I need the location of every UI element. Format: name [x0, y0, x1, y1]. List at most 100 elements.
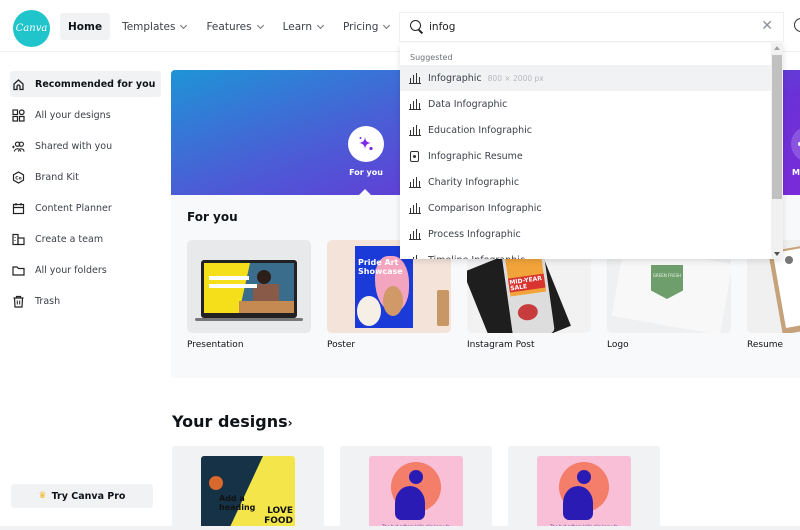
help-icon[interactable] [794, 18, 800, 32]
suggestion-item[interactable]: Timeline Infographic [400, 247, 771, 259]
search-bar: ✕ [400, 13, 783, 41]
suggestion-item[interactable]: Infographic Resume [400, 143, 771, 169]
document-icon [410, 150, 419, 162]
sidebar-item-create-team[interactable]: Create a team [10, 226, 161, 252]
suggestion-dimensions: 800 × 2000 px [487, 73, 544, 83]
suggestion-item[interactable]: Data Infographic [400, 91, 771, 117]
crown-icon: ♛ [38, 491, 47, 501]
for-you-tab[interactable] [348, 126, 384, 162]
sidebar-item-content-planner[interactable]: Content Planner [10, 195, 161, 221]
svg-text:Co: Co [15, 175, 21, 181]
nav-pricing[interactable]: Pricing [335, 13, 397, 40]
template-thumb-presentation[interactable] [187, 240, 311, 333]
hero-tab-2[interactable] [791, 126, 800, 162]
pro-button-label: Try Canva Pro [51, 490, 126, 502]
template-label: Logo [607, 340, 629, 350]
sidebar-item-label: All your designs [35, 109, 111, 121]
sidebar-item-label: Create a team [35, 233, 104, 245]
design-card[interactable]: Add a heading LOVE FOOD [172, 446, 324, 530]
for-you-title: For you [187, 210, 238, 224]
chevron-down-icon [180, 21, 188, 29]
nav-pricing-label: Pricing [342, 20, 379, 33]
nav-features[interactable]: Features [198, 13, 270, 40]
bar-chart-icon [409, 202, 421, 214]
sidebar-item-trash[interactable]: Trash [10, 288, 161, 314]
bar-chart-icon [409, 176, 421, 188]
sidebar-item-label: Content Planner [35, 202, 112, 214]
home-icon [12, 78, 25, 91]
sidebar-item-all-designs[interactable]: All your designs [10, 102, 161, 128]
sidebar-item-brand-kit[interactable]: Co Brand Kit [10, 164, 161, 190]
active-tab-caret [359, 189, 371, 195]
suggestion-label: Education Infographic [428, 124, 532, 136]
bar-chart-icon [409, 98, 421, 110]
scroll-thumb[interactable] [772, 55, 782, 199]
search-input[interactable] [429, 21, 749, 33]
nav-home[interactable]: Home [60, 13, 111, 40]
sidebar-item-label: Brand Kit [35, 171, 79, 183]
search-icon [409, 19, 425, 35]
suggestion-item[interactable]: Process Infographic [400, 221, 771, 247]
scroll-down-arrow-icon[interactable] [774, 252, 780, 256]
dropdown-scrollbar[interactable] [771, 43, 783, 259]
close-icon[interactable]: ✕ [761, 19, 773, 33]
bar-chart-icon [409, 228, 421, 240]
bottom-strip [0, 526, 800, 530]
brand-kit-icon: Co [12, 170, 25, 184]
suggestion-label: Process Infographic [428, 228, 521, 240]
suggestion-label: Data Infographic [428, 98, 508, 110]
template-label: Instagram Post [467, 340, 535, 350]
template-label: Poster [327, 340, 356, 350]
nav-templates-label: Templates [122, 20, 176, 33]
sidebar-item-label: Recommended for you [35, 78, 156, 90]
folder-icon [12, 264, 25, 277]
nav-home-label: Home [68, 20, 103, 33]
sidebar-item-shared[interactable]: Shared with you [10, 133, 161, 159]
hero-tab-2-label: M [792, 168, 800, 177]
sidebar-item-label: Trash [35, 295, 61, 307]
suggestions-heading: Suggested [410, 53, 453, 62]
suggestion-item[interactable]: Infographic 800 × 2000 px [400, 65, 771, 91]
design-card[interactable]: The bud adhere lollip gile know fo [508, 446, 660, 530]
suggestion-item[interactable]: Education Infographic [400, 117, 771, 143]
suggestion-item[interactable]: Comparison Infographic [400, 195, 771, 221]
grid-icon [12, 108, 25, 122]
logo-thumb-text: GREEN FRESH [652, 273, 682, 278]
search-suggestions-dropdown: Suggested Infographic 800 × 2000 px Data… [400, 43, 783, 259]
sidebar-item-folders[interactable]: All your folders [10, 257, 161, 283]
suggestion-label: Infographic [428, 72, 482, 84]
suggestion-item[interactable]: Charity Infographic [400, 169, 771, 195]
design-thumb-love-food: LOVE FOOD [264, 506, 293, 526]
chevron-down-icon [316, 21, 325, 29]
sidebar-item-label: All your folders [35, 264, 107, 276]
suggestion-label: Comparison Infographic [428, 202, 542, 214]
design-thumb: Add a heading LOVE FOOD [201, 456, 295, 530]
suggestion-label: Timeline Infographic [428, 255, 525, 260]
scroll-up-arrow-icon[interactable] [774, 46, 780, 50]
calendar-icon [12, 202, 25, 215]
people-icon [12, 140, 25, 153]
bar-chart-icon [409, 72, 421, 84]
poster-thumb-text: Pride Art Showcase [358, 258, 403, 276]
nav-learn[interactable]: Learn [275, 13, 331, 40]
design-thumb: The bud adhere lollip gile know fo [369, 456, 463, 530]
nav-templates[interactable]: Templates [114, 13, 194, 40]
design-card[interactable]: The bud adhere lollip gile know fo [340, 446, 492, 530]
your-designs-title[interactable]: Your designs› [172, 412, 293, 431]
try-canva-pro-button[interactable]: ♛ Try Canva Pro [11, 484, 153, 508]
template-label: Presentation [187, 340, 244, 350]
suggestion-label: Charity Infographic [428, 176, 520, 188]
sidebar-item-recommended[interactable]: Recommended for you [10, 71, 161, 97]
nav-learn-label: Learn [282, 20, 312, 33]
sparkle-icon [359, 137, 373, 151]
template-label: Resume [747, 340, 784, 350]
trash-icon [12, 295, 25, 308]
main-nav: Home Templates Features Learn Pricing [60, 13, 401, 40]
chevron-down-icon [383, 21, 391, 29]
your-designs-label: Your designs [172, 412, 288, 431]
sidebar-item-label: Shared with you [35, 140, 113, 152]
chevron-down-icon [256, 21, 264, 29]
canva-logo[interactable]: Canva [13, 10, 50, 47]
nav-features-label: Features [206, 20, 252, 33]
sidebar: Recommended for you All your designs Sha… [0, 52, 170, 530]
